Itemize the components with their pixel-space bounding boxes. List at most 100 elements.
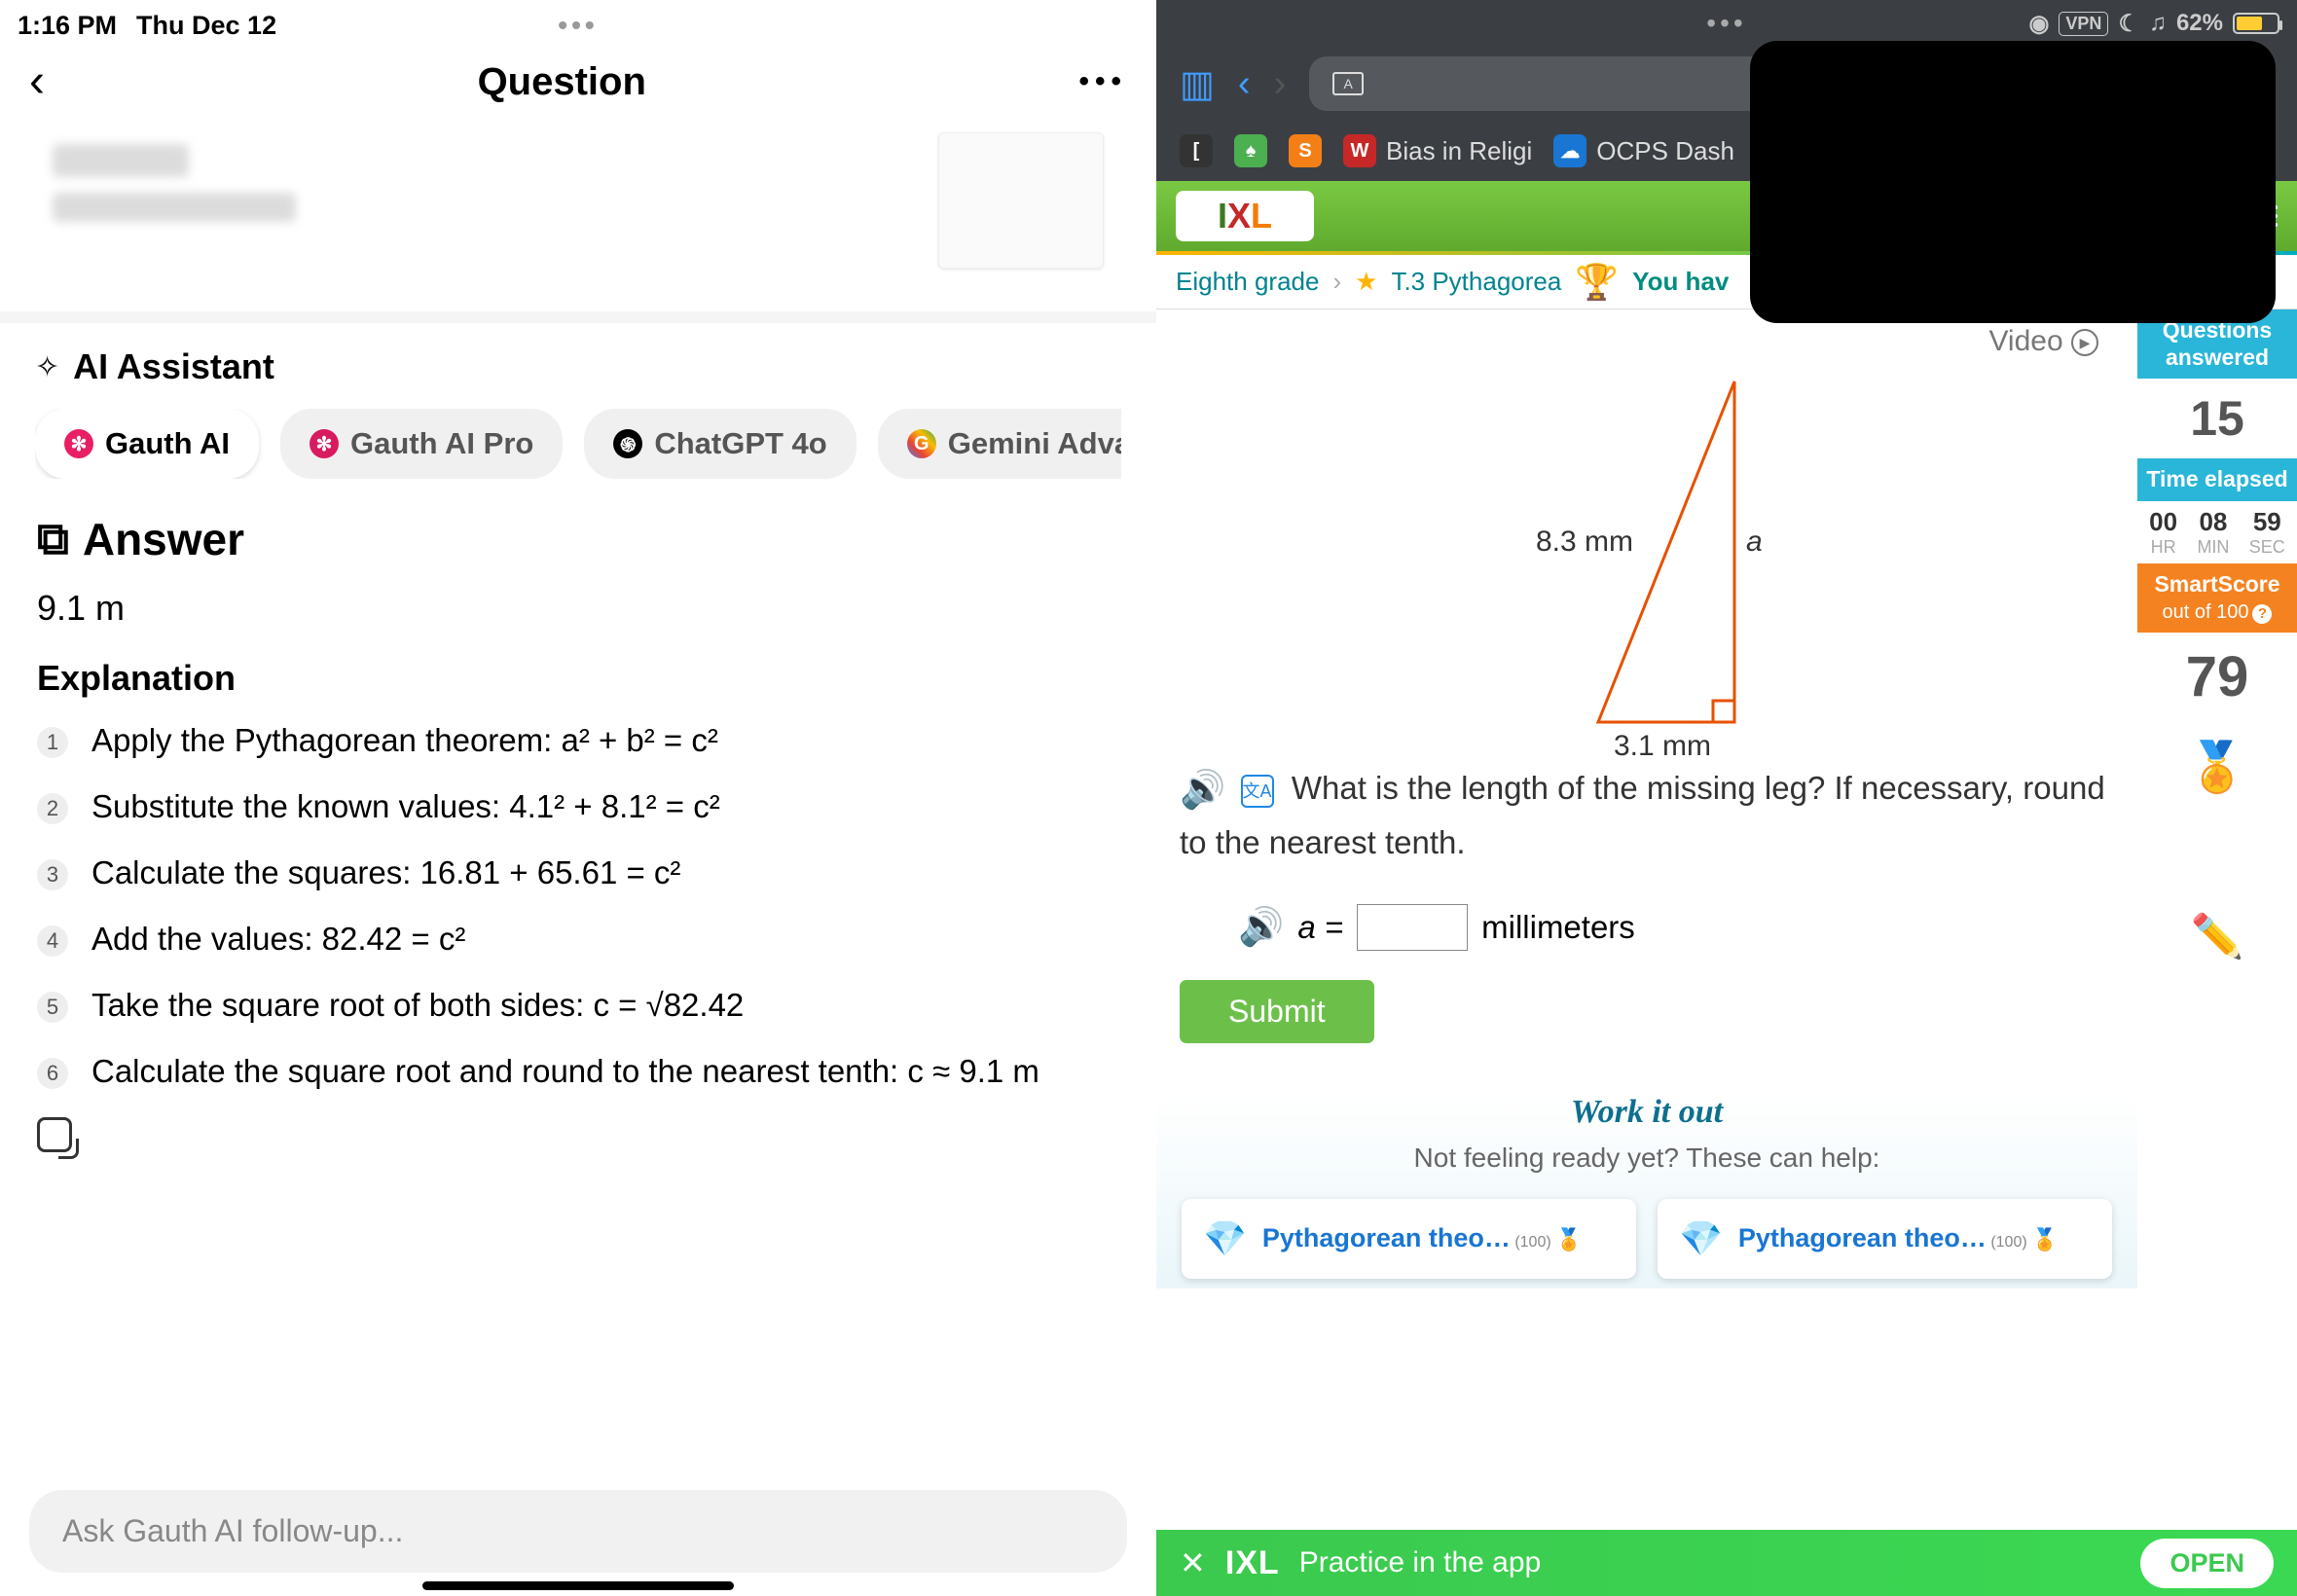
step-number: 2 — [37, 793, 68, 824]
banner-text: Practice in the app — [1299, 1546, 1541, 1579]
close-banner-icon[interactable]: ✕ — [1180, 1544, 1206, 1581]
diamond-icon: 💎 — [1679, 1218, 1723, 1259]
answer-list-icon: ⧉ — [37, 512, 69, 566]
star-icon: ★ — [1355, 267, 1377, 297]
followup-input[interactable]: Ask Gauth AI follow-up... — [29, 1490, 1127, 1573]
breadcrumb-skill[interactable]: T.3 Pythagorea — [1391, 267, 1561, 297]
time-sec: 59 — [2249, 507, 2285, 537]
chip-gemini[interactable]: G Gemini Advance — [878, 409, 1121, 479]
time-elapsed-label: Time elapsed — [2137, 458, 2297, 501]
chip-label: Gauth AI — [105, 426, 230, 461]
scratchpad-icon[interactable]: ✏️ — [2137, 911, 2297, 961]
reader-mode-icon[interactable]: A — [1332, 72, 1364, 95]
time-hr: 00 — [2149, 507, 2177, 537]
time-sec-label: SEC — [2249, 537, 2285, 558]
gauth-pro-icon: ✻ — [310, 429, 339, 458]
fav-label: OCPS Dash — [1596, 136, 1734, 166]
time-hr-label: HR — [2149, 537, 2177, 558]
step-number: 3 — [37, 859, 68, 890]
achievement-text: You hav — [1632, 267, 1729, 297]
medal-icon: 🏅 — [1555, 1227, 1582, 1251]
chip-gauth-ai[interactable]: ✻ Gauth AI — [35, 409, 259, 479]
step-text: Apply the Pythagorean theorem: a² + b² =… — [91, 722, 718, 759]
chip-chatgpt[interactable]: ֍ ChatGPT 4o — [584, 409, 856, 479]
medal-icon: 🏅 — [2031, 1227, 2058, 1251]
video-link[interactable]: Video ▶ — [1180, 321, 2114, 368]
favorite-item[interactable]: ☁ OCPS Dash — [1553, 134, 1734, 167]
help-card[interactable]: 💎 Pythagorean theo… (100) 🏅 — [1182, 1199, 1636, 1279]
help-card-label: Pythagorean theo… — [1738, 1223, 1987, 1252]
step-text: Calculate the squares: 16.81 + 65.61 = c… — [91, 854, 680, 891]
back-button[interactable]: ‹ — [29, 58, 45, 105]
answer-value: 9.1 m — [37, 588, 1119, 629]
work-it-out-heading: Work it out — [1156, 1094, 2137, 1131]
vpn-badge: VPN — [2059, 12, 2108, 36]
fav-icon: W — [1343, 134, 1376, 167]
google-icon: G — [907, 429, 936, 458]
fav-icon: ☁ — [1553, 134, 1586, 167]
status-date: Thu Dec 12 — [136, 11, 276, 41]
work-it-sub: Not feeling ready yet? These can help: — [1156, 1143, 2137, 1174]
chip-gauth-ai-pro[interactable]: ✻ Gauth AI Pro — [280, 409, 563, 479]
diamond-icon: 💎 — [1203, 1218, 1247, 1259]
help-icon[interactable]: ? — [2252, 604, 2272, 624]
page-title: Question — [478, 60, 646, 104]
fav-icon: ♠ — [1234, 134, 1267, 167]
favorite-item[interactable]: [ — [1180, 134, 1213, 167]
multitask-dots-icon[interactable]: ••• — [1706, 8, 1746, 39]
favorite-item[interactable]: S — [1289, 134, 1322, 167]
answer-input[interactable] — [1357, 904, 1468, 951]
smartscore-label: SmartScoreout of 100? — [2137, 563, 2297, 633]
ribbon-icon: 🏅 — [2137, 721, 2297, 814]
questions-answered-value: 15 — [2137, 379, 2297, 458]
help-card[interactable]: 💎 Pythagorean theo… (100) 🏅 — [1658, 1199, 2112, 1279]
speaker-icon[interactable]: 🔊 — [1180, 770, 1225, 811]
picture-in-picture-overlay[interactable] — [1750, 41, 2276, 323]
chip-label: ChatGPT 4o — [654, 426, 826, 461]
chip-label: Gauth AI Pro — [350, 426, 533, 461]
blurred-text — [53, 144, 189, 177]
video-label: Video — [1988, 325, 2062, 357]
gauth-icon: ✻ — [64, 429, 93, 458]
browser-forward-icon: › — [1274, 63, 1287, 105]
favorite-item[interactable]: W Bias in Religi — [1343, 134, 1532, 167]
more-options-icon[interactable]: ••• — [1078, 65, 1127, 98]
dnd-icon: ☾ — [2118, 10, 2139, 38]
chevron-right-icon: › — [1332, 267, 1341, 297]
headphones-icon: ♫ — [2149, 10, 2167, 37]
step-text: Calculate the square root and round to t… — [91, 1053, 1039, 1090]
ixl-logo[interactable]: IXL — [1176, 191, 1314, 241]
help-card-label: Pythagorean theo… — [1262, 1223, 1511, 1252]
battery-icon — [2233, 13, 2279, 34]
help-card-points: (100) — [1514, 1234, 1550, 1251]
submit-button[interactable]: Submit — [1180, 980, 1374, 1043]
ai-assistant-heading: AI Assistant — [73, 346, 274, 387]
smartscore-value: 79 — [2137, 633, 2297, 721]
translate-icon[interactable]: 文A — [1241, 775, 1274, 808]
trophy-icon: 🏆 — [1575, 262, 1619, 303]
hyp-label: 8.3 mm — [1536, 526, 1633, 559]
fav-icon: S — [1289, 134, 1322, 167]
explanation-heading: Explanation — [37, 658, 1119, 699]
speaker-icon[interactable]: 🔊 — [1238, 906, 1284, 949]
browser-back-icon[interactable]: ‹ — [1238, 63, 1251, 105]
copy-icon[interactable] — [37, 1117, 72, 1152]
multitask-dots-icon[interactable]: ••• — [558, 10, 598, 41]
favorite-item[interactable]: ♠ — [1234, 134, 1267, 167]
home-indicator[interactable] — [422, 1581, 734, 1590]
help-card-points: (100) — [1990, 1234, 2026, 1251]
step-number: 1 — [37, 727, 68, 758]
input-unit: millimeters — [1481, 909, 1635, 946]
step-text: Substitute the known values: 4.1² + 8.1²… — [91, 788, 720, 825]
step-text: Take the square root of both sides: c = … — [91, 987, 744, 1024]
fav-label: Bias in Religi — [1386, 136, 1532, 166]
breadcrumb-grade[interactable]: Eighth grade — [1176, 267, 1319, 297]
input-prefix: a = — [1297, 909, 1343, 946]
question-preview-card[interactable] — [29, 121, 1127, 292]
open-app-button[interactable]: OPEN — [2140, 1539, 2274, 1588]
play-icon: ▶ — [2071, 329, 2098, 356]
fav-icon: [ — [1180, 134, 1213, 167]
leg-label: a — [1746, 526, 1763, 559]
sidebar-toggle-icon[interactable]: ▥ — [1180, 62, 1215, 106]
banner-logo: IXL — [1225, 1544, 1280, 1582]
